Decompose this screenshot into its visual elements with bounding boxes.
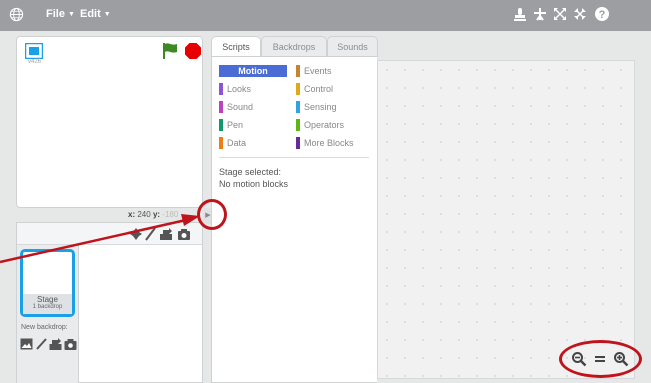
stage-name: Stage — [37, 295, 58, 304]
new-sprite-bar — [17, 223, 202, 245]
category-motion[interactable]: Motion — [219, 65, 287, 77]
category-label: Control — [304, 84, 334, 94]
stage-column: Stage 1 backdrop New backdrop: — [17, 245, 79, 383]
tab-scripts[interactable]: Scripts — [211, 36, 261, 57]
file-menu-label: File — [46, 8, 65, 20]
category-label: Pen — [227, 120, 244, 130]
category-pen[interactable]: Pen — [219, 119, 243, 131]
category-label: Data — [227, 138, 247, 148]
category-more-blocks[interactable]: More Blocks — [296, 137, 354, 149]
menu-bar: File ▼ Edit ▼ ? — [0, 0, 651, 31]
globe-icon[interactable] — [9, 7, 24, 22]
no-blocks-text: No motion blocks — [219, 179, 289, 189]
new-backdrop-label: New backdrop: — [21, 324, 68, 331]
mouse-coordinates: x: 240 y: -180 — [128, 210, 178, 219]
paint-brush-icon[interactable] — [35, 338, 48, 350]
tab-sounds[interactable]: Sounds — [327, 36, 378, 57]
tab-backdrops[interactable]: Backdrops — [261, 36, 327, 57]
stage-selected-text: Stage selected: — [219, 167, 282, 177]
category-control[interactable]: Control — [296, 83, 333, 95]
stage-thumbnail-label: Stage 1 backdrop — [23, 294, 72, 314]
upload-icon[interactable] — [159, 227, 173, 241]
category-sound[interactable]: Sound — [219, 101, 253, 113]
category-swatch — [219, 137, 223, 149]
palette-divider — [219, 157, 369, 158]
category-swatch — [219, 119, 223, 131]
category-label: Sensing — [304, 102, 337, 112]
scripts-area[interactable] — [377, 60, 635, 379]
category-swatch — [296, 137, 300, 149]
edit-menu[interactable]: Edit ▼ — [80, 8, 111, 20]
category-label: More Blocks — [304, 138, 354, 148]
grow-icon[interactable] — [552, 6, 568, 22]
annotation-circle-stage-toggle — [197, 199, 227, 230]
sprite-library: Stage 1 backdrop New backdrop: — [16, 222, 203, 383]
green-flag-icon[interactable] — [162, 42, 178, 60]
file-menu[interactable]: File ▼ — [46, 8, 75, 20]
edit-menu-label: Edit — [80, 8, 101, 20]
category-operators[interactable]: Operators — [296, 119, 344, 131]
category-swatch — [296, 65, 300, 77]
stage-thumbnail[interactable]: Stage 1 backdrop — [20, 249, 75, 317]
selection-message: Stage selected: No motion blocks — [219, 166, 288, 190]
backdrop-count: 1 backdrop — [32, 304, 63, 310]
category-looks[interactable]: Looks — [219, 83, 251, 95]
stage-panel[interactable]: v426 — [16, 36, 203, 208]
x-label: x: — [128, 210, 136, 219]
category-label: Sound — [227, 102, 254, 112]
category-sensing[interactable]: Sensing — [296, 101, 337, 113]
x-value: 240 — [137, 210, 151, 219]
category-swatch — [219, 101, 223, 113]
category-events[interactable]: Events — [296, 65, 332, 77]
upload-icon[interactable] — [49, 338, 62, 350]
duplicate-icon[interactable] — [512, 6, 528, 22]
fullscreen-icon[interactable] — [25, 43, 43, 59]
backdrop-library-icon[interactable] — [20, 338, 33, 350]
version-label: v426 — [28, 59, 42, 65]
category-swatch — [219, 83, 223, 95]
category-swatch — [296, 101, 300, 113]
shrink-icon[interactable] — [572, 6, 588, 22]
camera-icon[interactable] — [64, 338, 77, 350]
category-swatch — [296, 119, 300, 131]
y-value: -180 — [162, 210, 179, 219]
caret-down-icon: ▼ — [103, 10, 111, 18]
choose-sprite-icon[interactable] — [129, 227, 143, 241]
cut-icon[interactable] — [532, 6, 548, 22]
svg-text:?: ? — [599, 9, 606, 21]
category-label: Operators — [304, 120, 345, 130]
help-icon[interactable]: ? — [594, 6, 610, 22]
paint-brush-icon[interactable] — [143, 227, 157, 241]
caret-down-icon: ▼ — [67, 10, 75, 18]
category-swatch — [296, 83, 300, 95]
category-data[interactable]: Data — [219, 137, 246, 149]
annotation-circle-zoom — [559, 340, 642, 378]
scratch-editor: File ▼ Edit ▼ ? v426 x: 240 y: -180 ▶ St… — [0, 0, 651, 383]
block-palette: Motion Looks Sound Pen Data Events Contr… — [211, 56, 377, 383]
camera-icon[interactable] — [177, 227, 191, 241]
category-label: Looks — [227, 84, 252, 94]
category-label: Events — [304, 66, 332, 76]
stop-icon[interactable] — [184, 42, 202, 60]
y-label: y: — [152, 210, 161, 219]
